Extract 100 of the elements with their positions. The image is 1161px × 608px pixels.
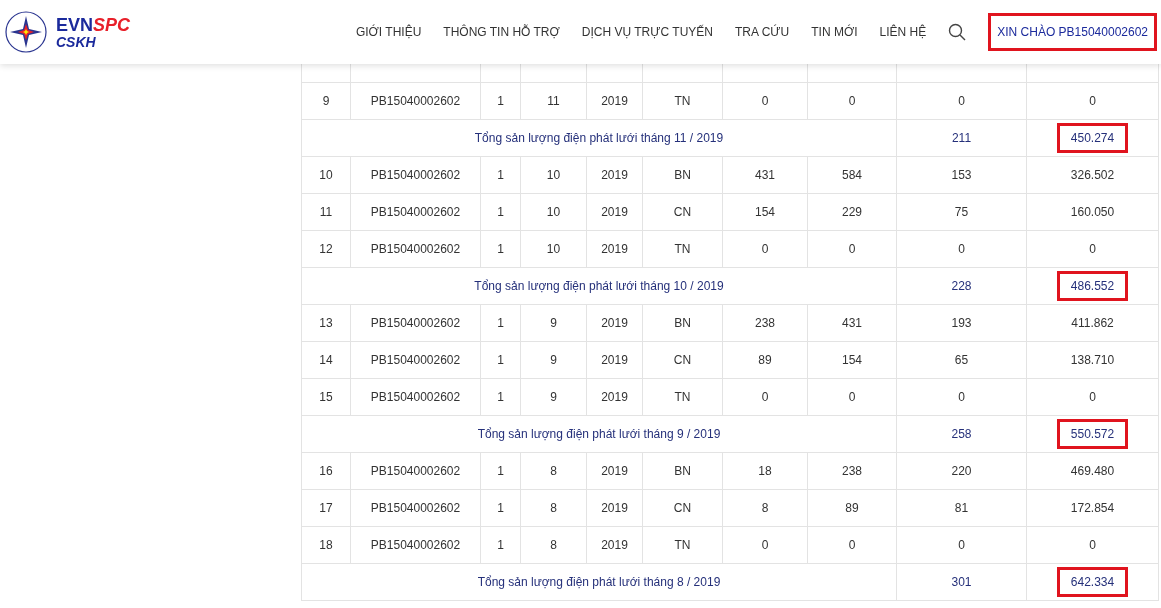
table-cell: CN: [643, 342, 723, 379]
summary-count: 301: [897, 564, 1027, 601]
logo-icon: [4, 10, 48, 54]
table-cell: 2019: [587, 305, 643, 342]
table-cell: 138.710: [1027, 342, 1159, 379]
table-cell: 160.050: [1027, 194, 1159, 231]
search-icon[interactable]: [948, 23, 967, 41]
table-cell: 9: [521, 379, 587, 416]
table-cell: PB15040002602: [351, 453, 481, 490]
summary-total: 550.572: [1056, 419, 1129, 449]
table-cell: 81: [897, 490, 1027, 527]
table-cell: 172.854: [1027, 490, 1159, 527]
table-cell: 9: [301, 83, 351, 120]
summary-label: Tổng sản lượng điện phát lưới tháng 11 / 2019: [301, 120, 897, 157]
summary-label: Tổng sản lượng điện phát lưới tháng 8 / 2019: [301, 564, 897, 601]
table-cell: 0: [1027, 231, 1159, 268]
table-cell: PB15040002602: [351, 83, 481, 120]
nav-link[interactable]: GIỚI THIỆU: [355, 25, 422, 39]
nav-link[interactable]: LIÊN HỆ: [879, 25, 927, 39]
table-cell: 89: [808, 490, 897, 527]
summary-total: 642.334: [1056, 567, 1129, 597]
table-cell: 2019: [587, 194, 643, 231]
table-cell: 1: [481, 379, 521, 416]
table-cell: CN: [643, 490, 723, 527]
table-cell: 0: [808, 231, 897, 268]
table-cell: 11: [301, 194, 351, 231]
greeting-link[interactable]: XIN CHÀO PB15040002602: [988, 13, 1157, 51]
table-cell: 9: [521, 305, 587, 342]
table-cell: 0: [897, 527, 1027, 564]
table-cell: 2019: [587, 490, 643, 527]
table-cell: 10: [301, 157, 351, 194]
table-cell: 0: [723, 379, 808, 416]
table-cell: 8: [521, 527, 587, 564]
table-cell: 15: [301, 379, 351, 416]
table-cell: 193: [897, 305, 1027, 342]
table-cell: TN: [643, 231, 723, 268]
nav-link[interactable]: DỊCH VỤ TRỰC TUYẾN: [581, 25, 713, 39]
table-cell: 1: [481, 527, 521, 564]
table-cell: 17: [301, 490, 351, 527]
table-cell: 9: [521, 342, 587, 379]
table-cell: 411.862: [1027, 305, 1159, 342]
summary-total: 486.552: [1056, 271, 1129, 301]
table-cell: 10: [521, 194, 587, 231]
table-cell: 2019: [587, 453, 643, 490]
table-cell: PB15040002602: [351, 231, 481, 268]
table-cell: 8: [521, 490, 587, 527]
table-cell: 0: [808, 527, 897, 564]
table-cell: PB15040002602: [351, 379, 481, 416]
table-cell: 469.480: [1027, 453, 1159, 490]
table-cell: 238: [808, 453, 897, 490]
table-cell: 75: [897, 194, 1027, 231]
table-cell: TN: [643, 379, 723, 416]
table-cell: TN: [643, 83, 723, 120]
table-cell: 0: [897, 83, 1027, 120]
table-cell: 0: [897, 379, 1027, 416]
table-cell: 0: [1027, 379, 1159, 416]
table-cell: 1: [481, 342, 521, 379]
table-cell: 11: [521, 83, 587, 120]
table-cell: PB15040002602: [351, 527, 481, 564]
table-cell: 220: [897, 453, 1027, 490]
table-cell: CN: [643, 194, 723, 231]
table-cell: 1: [481, 194, 521, 231]
table-cell: 326.502: [1027, 157, 1159, 194]
table-cell: 1: [481, 157, 521, 194]
table-cell: PB15040002602: [351, 157, 481, 194]
table-cell: 16: [301, 453, 351, 490]
nav-link[interactable]: TRA CỨU: [735, 25, 790, 39]
table-cell: 14: [301, 342, 351, 379]
table-cell: PB15040002602: [351, 305, 481, 342]
table-cell: 65: [897, 342, 1027, 379]
summary-count: 211: [897, 120, 1027, 157]
table-cell: 1: [481, 231, 521, 268]
table-cell: 0: [723, 83, 808, 120]
table-cell: 431: [808, 305, 897, 342]
table-cell: 1: [481, 83, 521, 120]
table-cell: PB15040002602: [351, 342, 481, 379]
brand-subtitle: CSKH: [56, 34, 97, 49]
table-cell: 12: [301, 231, 351, 268]
table-cell: PB15040002602: [351, 490, 481, 527]
table-cell: 0: [808, 379, 897, 416]
table-cell: 2019: [587, 231, 643, 268]
table-cell: 10: [521, 157, 587, 194]
table-cell: 13: [301, 305, 351, 342]
summary-count: 228: [897, 268, 1027, 305]
table-cell: 584: [808, 157, 897, 194]
table-cell: 431: [723, 157, 808, 194]
nav-link[interactable]: THÔNG TIN HỖ TRỢ: [443, 25, 560, 39]
table-cell: 2019: [587, 527, 643, 564]
table-cell: BN: [643, 453, 723, 490]
summary-total: 450.274: [1056, 123, 1129, 153]
table-cell: 10: [521, 231, 587, 268]
table-cell: 2019: [587, 342, 643, 379]
table-cell: PB15040002602: [351, 194, 481, 231]
summary-count: 258: [897, 416, 1027, 453]
table-cell: 18: [301, 527, 351, 564]
table-cell: 2019: [587, 157, 643, 194]
table-cell: 0: [723, 527, 808, 564]
summary-label: Tổng sản lượng điện phát lưới tháng 10 / 2019: [301, 268, 897, 305]
table-cell: 154: [723, 194, 808, 231]
nav-link[interactable]: TIN MỚI: [811, 25, 858, 39]
